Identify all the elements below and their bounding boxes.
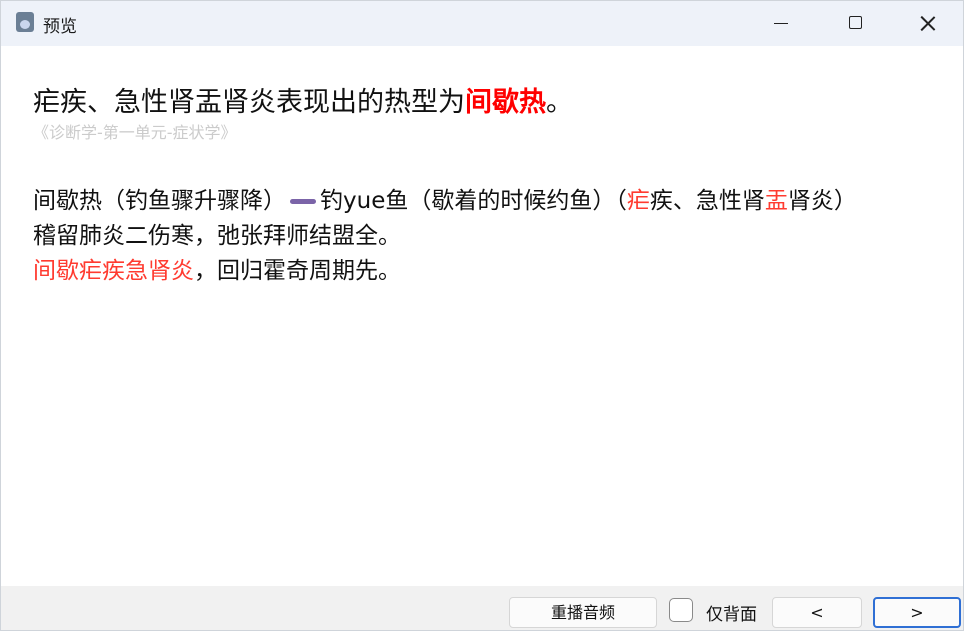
line1-part-b: 钓yue鱼（歇着的时候约鱼）（ (320, 188, 627, 214)
line1-part-c: 疾、急性肾 (649, 188, 765, 214)
back-only-checkbox[interactable] (669, 598, 693, 622)
answer-line-1: 间歇热（钓鱼骤升骤降） 钓yue鱼（歇着的时候约鱼）（疟疾、急性肾盂肾炎） (33, 184, 933, 219)
back-only-label[interactable]: 仅背面 (706, 600, 757, 625)
line1-part-a: 间歇热（钓鱼骤升骤降） (33, 188, 286, 214)
question-prompt: 疟疾、急性肾盂肾炎表现出的热型为 (33, 87, 465, 118)
dash-icon (290, 199, 316, 204)
maximize-icon[interactable] (831, 1, 879, 46)
preview-window: 预览 疟疾、急性肾盂肾炎表现出的热型为间歇热。 《诊断学-第一单元-症状学》 间… (0, 0, 964, 631)
app-icon (16, 12, 34, 32)
bottom-toolbar: 重播音频 仅背面 < > (1, 586, 963, 630)
answer-line-2: 稽留肺炎二伤寒，弛张拜师结盟全。 (33, 223, 401, 249)
next-button[interactable]: > (873, 597, 961, 628)
question-text: 疟疾、急性肾盂肾炎表现出的热型为间歇热。 (33, 80, 573, 119)
question-answer: 间歇热 (465, 87, 546, 118)
replay-audio-button[interactable]: 重播音频 (509, 597, 657, 628)
close-icon[interactable] (904, 1, 952, 46)
minimize-icon[interactable] (756, 1, 804, 46)
line1-highlight-2: 盂 (764, 188, 788, 214)
previous-button[interactable]: < (772, 597, 862, 628)
question-end: 。 (546, 87, 573, 118)
line3-rest: ，回归霍奇周期先。 (194, 258, 401, 284)
line1-highlight-1: 疟 (626, 188, 650, 214)
line3-highlight: 间歇疟疾急肾炎 (33, 258, 194, 284)
answer-block: 间歇热（钓鱼骤升骤降） 钓yue鱼（歇着的时候约鱼）（疟疾、急性肾盂肾炎） 稽留肺… (33, 184, 933, 289)
line1-part-d: 肾炎） (787, 188, 857, 214)
answer-line-3: 间歇疟疾急肾炎，回归霍奇周期先。 (33, 254, 933, 289)
window-title: 预览 (43, 17, 77, 37)
source-citation: 《诊断学-第一单元-症状学》 (33, 123, 237, 142)
card-content: 疟疾、急性肾盂肾炎表现出的热型为间歇热。 《诊断学-第一单元-症状学》 间歇热（… (1, 46, 963, 586)
title-bar[interactable]: 预览 (1, 1, 963, 46)
